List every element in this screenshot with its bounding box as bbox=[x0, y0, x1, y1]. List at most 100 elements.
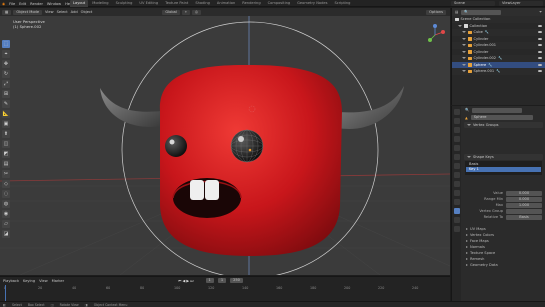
select-box-tool-icon[interactable]: ⬚ bbox=[2, 40, 10, 48]
cursor-tool-icon[interactable]: ⌖ bbox=[2, 50, 10, 58]
expand-arrow-icon[interactable] bbox=[462, 70, 466, 73]
shape-key-list[interactable]: Basis Key 1 bbox=[465, 161, 542, 175]
visibility-eye-icon[interactable] bbox=[538, 44, 542, 47]
vertex-group-field[interactable] bbox=[506, 208, 542, 214]
world-tab-icon[interactable] bbox=[453, 154, 460, 160]
measure-tool-icon[interactable]: 📐 bbox=[2, 110, 10, 118]
visibility-eye-icon[interactable] bbox=[538, 37, 542, 40]
tab-shading[interactable]: Shading bbox=[192, 0, 213, 7]
blender-logo-icon[interactable]: ◉ bbox=[2, 2, 5, 6]
proportional-edit-icon[interactable]: ◎ bbox=[191, 9, 201, 15]
knife-tool-icon[interactable]: ✂ bbox=[2, 170, 10, 178]
value-field[interactable]: 0.000 bbox=[506, 190, 542, 196]
render-tab-icon[interactable] bbox=[453, 118, 460, 124]
current-frame-field[interactable]: 1 bbox=[205, 278, 214, 283]
loop-cut-tool-icon[interactable]: ▤ bbox=[2, 160, 10, 168]
tool-tab-icon[interactable] bbox=[453, 109, 460, 115]
constraints-tab-icon[interactable] bbox=[453, 199, 460, 205]
end-frame-field[interactable]: 250 bbox=[230, 278, 243, 283]
tab-animation[interactable]: Animation bbox=[214, 0, 238, 7]
relative-to-field[interactable]: Basis bbox=[506, 214, 542, 220]
physics-tab-icon[interactable] bbox=[453, 190, 460, 196]
timeline-ruler[interactable]: 0 20 40 60 80 100 120 140 160 180 200 22… bbox=[0, 286, 450, 291]
expand-arrow-icon[interactable] bbox=[462, 50, 466, 53]
smooth-tool-icon[interactable]: ◍ bbox=[2, 200, 10, 208]
material-tab-icon[interactable] bbox=[453, 217, 460, 223]
range-min-field[interactable]: 0.000 bbox=[506, 196, 542, 202]
visibility-eye-icon[interactable] bbox=[538, 31, 542, 34]
timeline-menu-keying[interactable]: Keying bbox=[23, 279, 35, 283]
mode-selector[interactable]: Object Mode bbox=[13, 9, 43, 15]
properties-search-icon[interactable]: 🔍 bbox=[465, 108, 469, 112]
menu-edit[interactable]: Edit bbox=[19, 2, 26, 6]
expand-arrow-icon[interactable] bbox=[462, 44, 466, 47]
visibility-eye-icon[interactable] bbox=[538, 57, 542, 60]
filter-icon[interactable]: ⏷ bbox=[539, 10, 542, 14]
move-tool-icon[interactable]: ✥ bbox=[2, 60, 10, 68]
editor-type-icon[interactable]: ▦ bbox=[2, 9, 12, 15]
tab-sculpting[interactable]: Sculpting bbox=[113, 0, 136, 7]
options-button[interactable]: Options bbox=[426, 9, 446, 15]
playback-controls-icon[interactable]: ⏮ ◀ ▶ ⏭ bbox=[178, 279, 193, 283]
outliner-search-input[interactable]: 🔍 bbox=[461, 9, 502, 15]
scale-tool-icon[interactable]: ⤢ bbox=[2, 80, 10, 88]
rotate-tool-icon[interactable]: ↻ bbox=[2, 70, 10, 78]
particles-tab-icon[interactable] bbox=[453, 181, 460, 187]
outliner-display-icon[interactable]: ▤ bbox=[455, 10, 458, 14]
shrink-tool-icon[interactable]: ◉ bbox=[2, 210, 10, 218]
menu-file[interactable]: File bbox=[9, 2, 15, 6]
timeline-menu-marker[interactable]: Marker bbox=[52, 279, 64, 283]
rip-tool-icon[interactable]: ◪ bbox=[2, 230, 10, 238]
menu-window[interactable]: Window bbox=[47, 2, 61, 6]
scene-selector[interactable]: Scene bbox=[451, 1, 495, 6]
navigation-gizmo[interactable] bbox=[424, 24, 446, 47]
outliner-row-sphere-001[interactable]: Sphere.001 🔧 bbox=[452, 68, 545, 75]
tab-scripting[interactable]: Scripting bbox=[331, 0, 353, 7]
tab-layout[interactable]: Layout bbox=[70, 0, 89, 7]
extrude-tool-icon[interactable]: ⬆ bbox=[2, 130, 10, 138]
output-tab-icon[interactable] bbox=[453, 127, 460, 133]
bevel-tool-icon[interactable]: ◩ bbox=[2, 150, 10, 158]
menu-select[interactable]: Select bbox=[57, 10, 68, 14]
scene-tab-icon[interactable] bbox=[453, 145, 460, 151]
add-cube-tool-icon[interactable]: ▣ bbox=[2, 120, 10, 128]
transform-tool-icon[interactable]: ⊞ bbox=[2, 90, 10, 98]
poly-build-tool-icon[interactable]: ◇ bbox=[2, 180, 10, 188]
visibility-eye-icon[interactable] bbox=[538, 70, 542, 73]
timeline-menu-view[interactable]: View bbox=[39, 279, 48, 283]
properties-search-input[interactable] bbox=[472, 107, 523, 113]
texture-tab-icon[interactable] bbox=[453, 226, 460, 232]
modifier-tab-icon[interactable] bbox=[453, 172, 460, 178]
inset-tool-icon[interactable]: ◫ bbox=[2, 140, 10, 148]
shape-keys-panel-header[interactable]: Shape Keys bbox=[464, 154, 543, 160]
max-field[interactable]: 1.000 bbox=[506, 202, 542, 208]
tab-uv-editing[interactable]: UV Editing bbox=[136, 0, 161, 7]
expand-arrow-icon[interactable] bbox=[458, 24, 462, 27]
view-layer-tab-icon[interactable] bbox=[453, 136, 460, 142]
menu-object[interactable]: Object bbox=[81, 10, 93, 14]
shear-tool-icon[interactable]: ▱ bbox=[2, 220, 10, 228]
expand-arrow-icon[interactable] bbox=[462, 57, 466, 60]
visibility-eye-icon[interactable] bbox=[538, 63, 542, 66]
menu-view[interactable]: View bbox=[45, 10, 54, 14]
view-layer-selector[interactable]: ViewLayer bbox=[499, 1, 543, 6]
tab-geometry-nodes[interactable]: Geometry Nodes bbox=[294, 0, 330, 7]
tab-modeling[interactable]: Modeling bbox=[89, 0, 111, 7]
object-name-field[interactable]: Sphere bbox=[470, 115, 533, 120]
orientation-selector[interactable]: Global bbox=[162, 9, 180, 15]
timeline-menu-playback[interactable]: Playback bbox=[3, 279, 19, 283]
tab-rendering[interactable]: Rendering bbox=[239, 0, 263, 7]
menu-render[interactable]: Render bbox=[30, 2, 43, 6]
object-tab-icon[interactable] bbox=[453, 163, 460, 169]
expand-arrow-icon[interactable] bbox=[462, 37, 466, 40]
start-frame-field[interactable]: 1 bbox=[217, 278, 227, 283]
spin-tool-icon[interactable]: ◌ bbox=[2, 190, 10, 198]
expand-arrow-icon[interactable] bbox=[462, 63, 466, 66]
visibility-eye-icon[interactable] bbox=[538, 50, 542, 53]
3d-viewport[interactable]: User Perspective (1) Sphere.002 bbox=[0, 16, 450, 275]
visibility-eye-icon[interactable] bbox=[538, 24, 542, 27]
expand-arrow-icon[interactable] bbox=[462, 31, 466, 34]
subpanel-geometry-data[interactable]: Geometry Data bbox=[462, 262, 545, 268]
playhead[interactable] bbox=[5, 285, 6, 301]
snap-icon[interactable]: ⌖ bbox=[181, 9, 190, 15]
